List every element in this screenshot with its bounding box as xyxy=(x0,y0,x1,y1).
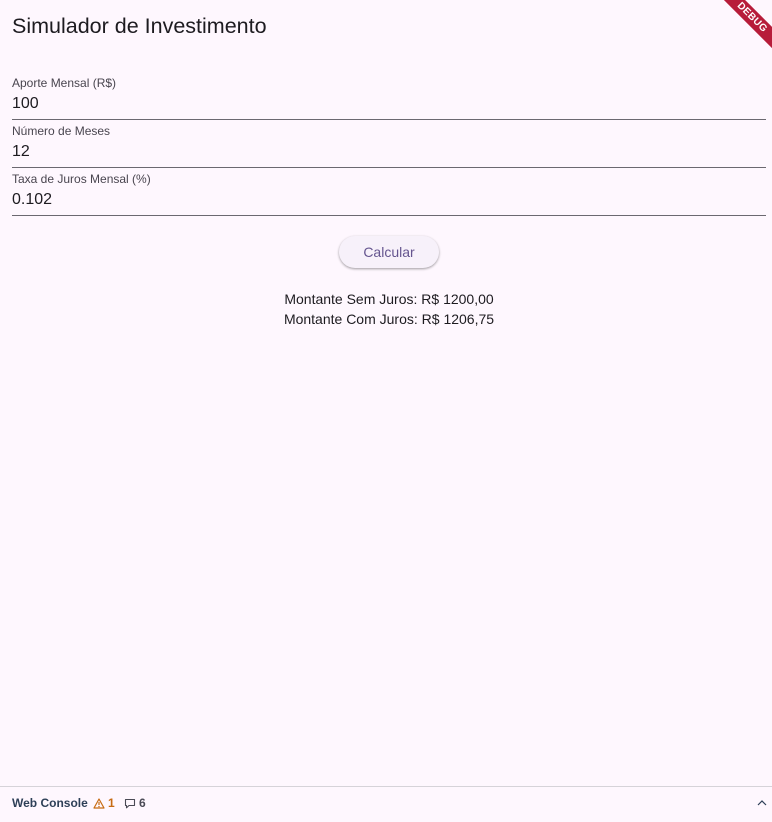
interest-rate-input[interactable] xyxy=(12,191,766,209)
debug-banner: DEBUG xyxy=(712,0,772,60)
bottom-edge xyxy=(0,818,772,822)
warning-triangle-icon xyxy=(93,798,105,809)
message-count: 6 xyxy=(139,796,146,810)
amount-without-interest: Montante Sem Juros: R$ 1200,00 xyxy=(284,291,494,307)
months-field[interactable]: Número de Meses xyxy=(12,123,766,168)
chevron-up-icon[interactable] xyxy=(756,797,768,809)
results-panel: Montante Sem Juros: R$ 1200,00 Montante … xyxy=(0,289,772,329)
monthly-contribution-input[interactable] xyxy=(12,95,766,113)
web-console-bar[interactable]: Web Console 1 6 xyxy=(0,786,772,819)
monthly-contribution-label: Aporte Mensal (R$) xyxy=(12,76,117,90)
app-title: Simulador de Investimento xyxy=(12,14,267,38)
interest-rate-label: Taxa de Juros Mensal (%) xyxy=(12,172,151,186)
warning-count: 1 xyxy=(108,796,115,810)
months-input[interactable] xyxy=(12,143,766,161)
months-label: Número de Meses xyxy=(12,124,111,138)
speech-bubble-icon xyxy=(124,798,136,809)
interest-rate-field[interactable]: Taxa de Juros Mensal (%) xyxy=(12,171,766,216)
amount-with-interest: Montante Com Juros: R$ 1206,75 xyxy=(283,311,495,327)
warning-count-badge[interactable]: 1 xyxy=(93,796,115,810)
message-count-badge[interactable]: 6 xyxy=(124,796,146,810)
web-console-title[interactable]: Web Console xyxy=(12,796,88,810)
monthly-contribution-field[interactable]: Aporte Mensal (R$) xyxy=(12,75,766,120)
debug-label: DEBUG xyxy=(715,0,772,54)
calculate-button[interactable]: Calcular xyxy=(339,236,439,268)
